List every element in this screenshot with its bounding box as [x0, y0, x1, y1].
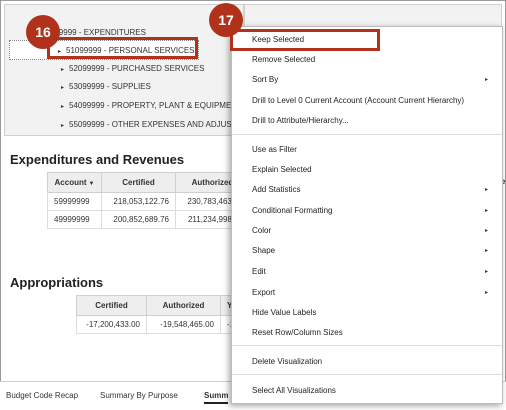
- menu-item-label: Edit: [252, 267, 266, 276]
- menu-item-use-as-filter[interactable]: Use as Filter: [232, 141, 502, 159]
- callout-highlight-17: [230, 29, 380, 51]
- column-header-certified[interactable]: Certified: [76, 295, 147, 316]
- expand-arrow-icon[interactable]: ▸: [61, 116, 69, 135]
- cell-account[interactable]: 49999999: [47, 210, 102, 229]
- menu-item-export[interactable]: Export ▸: [232, 284, 502, 302]
- submenu-arrow-icon: ▸: [484, 269, 488, 275]
- submenu-arrow-icon: ▸: [484, 187, 488, 193]
- submenu-arrow-icon: ▸: [484, 77, 488, 83]
- appropriations-title: Appropriations: [10, 275, 104, 290]
- submenu-arrow-icon: ▸: [484, 290, 488, 296]
- callout-badge-17: 17: [209, 3, 243, 37]
- submenu-arrow-icon: ▸: [484, 208, 488, 214]
- callout-badge-16: 16: [26, 15, 60, 49]
- tree-row-label: 54099999 - PROPERTY, PLANT & EQUIPMENT: [69, 101, 242, 110]
- menu-item-shape[interactable]: Shape ▸: [232, 242, 502, 260]
- tab-summary-by-purpose[interactable]: Summary By Purpose: [100, 391, 178, 400]
- callout-highlight-16: [47, 37, 198, 59]
- tree-row-label: 52099999 - PURCHASED SERVICES: [69, 64, 205, 73]
- menu-item-label: Sort By: [252, 75, 279, 84]
- table-row[interactable]: -17,200,433.00 -19,548,465.00 -16: [76, 315, 246, 334]
- sort-caret-icon[interactable]: ▼: [89, 181, 95, 187]
- table-header-row: Certified Authorized Y: [76, 295, 246, 316]
- table-row[interactable]: 49999999 200,852,689.76 211,234,998.87: [47, 210, 250, 229]
- column-header-certified[interactable]: Certified: [101, 172, 176, 193]
- tree-row-purchased-services[interactable]: ▸ 52099999 - PURCHASED SERVICES: [61, 59, 204, 79]
- tree-row-label: 53099999 - SUPPLIES: [69, 82, 151, 91]
- context-menu: Keep Selected Remove Selected Sort By ▸ D…: [231, 26, 503, 404]
- menu-item-reset-sizes[interactable]: Reset Row/Column Sizes: [232, 324, 502, 342]
- appropriations-table: Certified Authorized Y -17,200,433.00 -1…: [76, 295, 246, 334]
- table-row[interactable]: 59999999 218,053,122.76 230,783,463.87: [47, 192, 250, 211]
- menu-item-select-all-visualizations[interactable]: Select All Visualizations: [232, 382, 502, 400]
- menu-item-add-statistics[interactable]: Add Statistics ▸: [232, 181, 502, 199]
- menu-item-label: Export: [252, 288, 276, 297]
- menu-item-delete-visualization[interactable]: Delete Visualization: [232, 353, 502, 371]
- menu-item-edit[interactable]: Edit ▸: [232, 263, 502, 281]
- menu-item-sort-by[interactable]: Sort By ▸: [232, 71, 502, 89]
- menu-item-remove-selected[interactable]: Remove Selected: [232, 51, 502, 69]
- cell-certified[interactable]: 200,852,689.76: [101, 210, 176, 229]
- menu-separator: [232, 345, 502, 346]
- tree-row-label: 55099999 - OTHER EXPENSES AND ADJUSTM: [69, 120, 244, 129]
- cell-account[interactable]: 59999999: [47, 192, 102, 211]
- tree-row-property[interactable]: ▸ 54099999 - PROPERTY, PLANT & EQUIPMENT: [61, 96, 242, 116]
- tree-row-supplies[interactable]: ▸ 53099999 - SUPPLIES: [61, 77, 151, 97]
- menu-item-conditional-formatting[interactable]: Conditional Formatting ▸: [232, 202, 502, 220]
- menu-item-label: Conditional Formatting: [252, 206, 333, 215]
- column-header-account[interactable]: Account ▼: [47, 172, 102, 193]
- table-header-row: Account ▼ Certified Authorized: [47, 172, 250, 193]
- cell-certified[interactable]: -17,200,433.00: [76, 315, 147, 334]
- menu-item-explain-selected[interactable]: Explain Selected: [232, 161, 502, 179]
- cell-certified[interactable]: 218,053,122.76: [101, 192, 176, 211]
- menu-item-label: Add Statistics: [252, 185, 301, 194]
- submenu-arrow-icon: ▸: [484, 228, 488, 234]
- menu-item-drill-attribute[interactable]: Drill to Attribute/Hierarchy...: [232, 112, 502, 130]
- tree-row-other-expenses[interactable]: ▸ 55099999 - OTHER EXPENSES AND ADJUSTM: [61, 115, 243, 135]
- column-header-authorized[interactable]: Authorized: [146, 295, 221, 316]
- menu-item-label: Shape: [252, 246, 276, 255]
- expenditures-table: Account ▼ Certified Authorized 59999999 2…: [47, 172, 250, 229]
- menu-item-label: Color: [252, 226, 272, 235]
- tab-summary-active[interactable]: Summ: [204, 391, 229, 404]
- tab-budget-code-recap[interactable]: Budget Code Recap: [6, 391, 78, 400]
- menu-item-hide-value-labels[interactable]: Hide Value Labels: [232, 304, 502, 322]
- cell-authorized[interactable]: -19,548,465.00: [146, 315, 221, 334]
- menu-item-color[interactable]: Color ▸: [232, 222, 502, 240]
- expand-arrow-icon[interactable]: ▸: [61, 97, 69, 117]
- menu-separator: [232, 374, 502, 375]
- expenditures-title: Expenditures and Revenues: [10, 152, 185, 167]
- expand-arrow-icon[interactable]: ▸: [61, 78, 69, 98]
- submenu-arrow-icon: ▸: [484, 248, 488, 254]
- menu-item-drill-level0[interactable]: Drill to Level 0 Current Account (Accoun…: [232, 92, 502, 110]
- menu-separator: [232, 134, 502, 135]
